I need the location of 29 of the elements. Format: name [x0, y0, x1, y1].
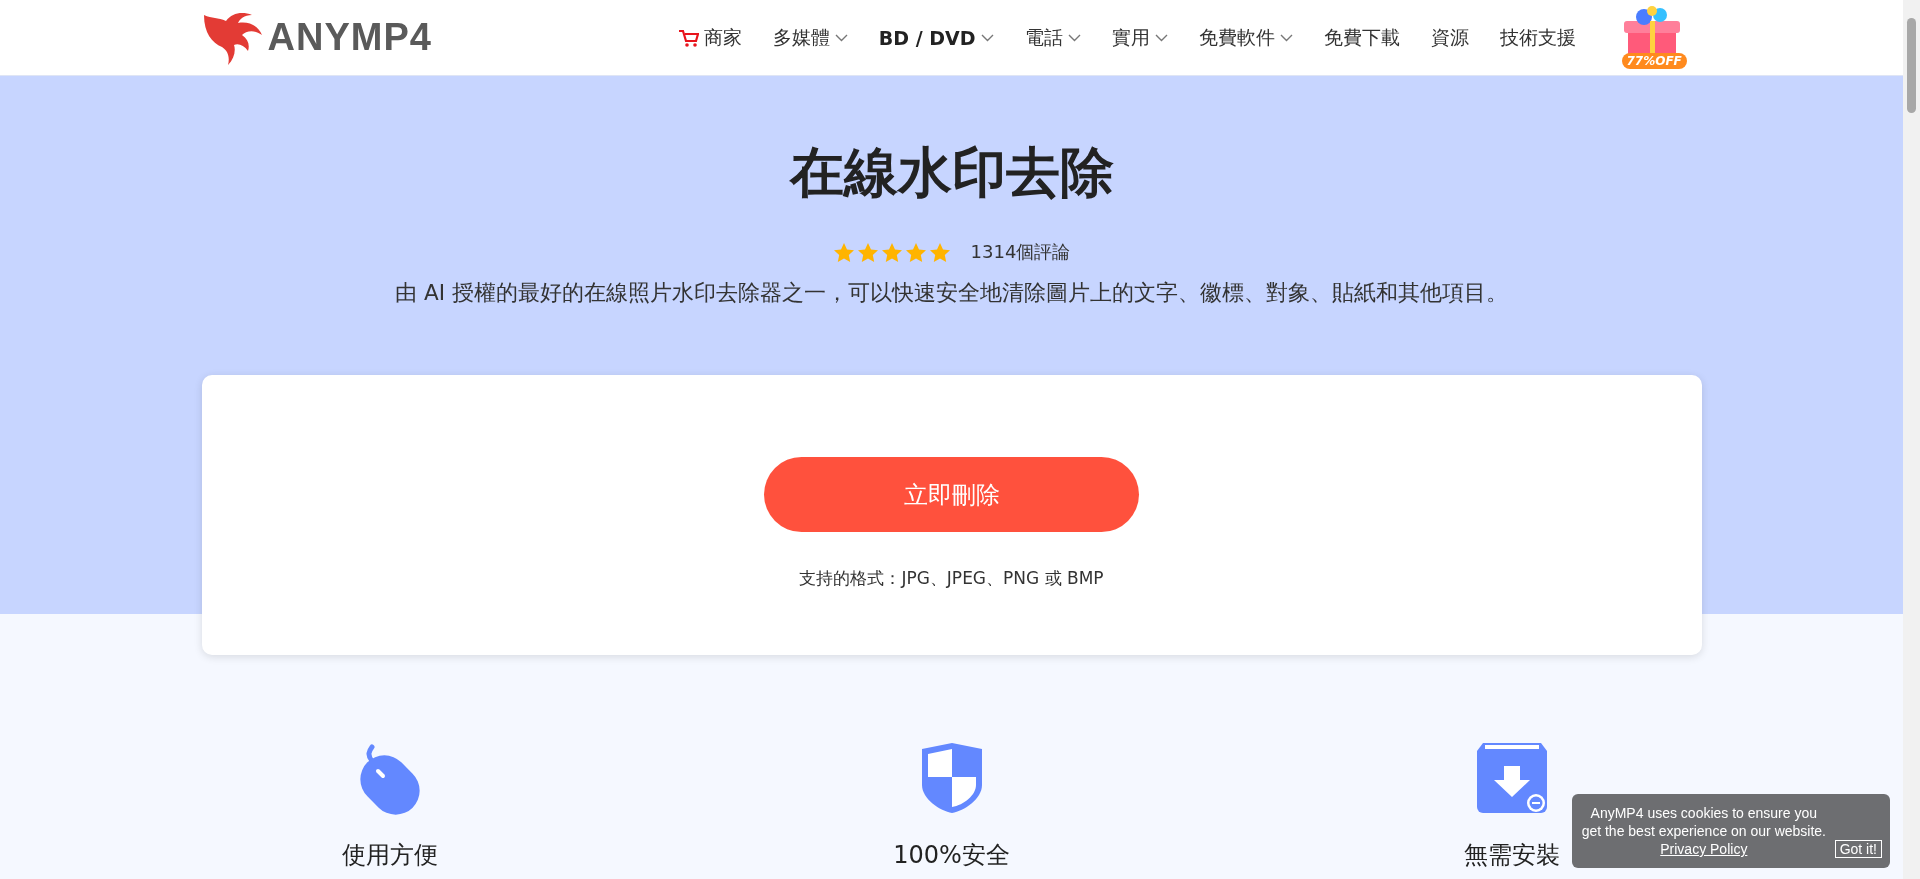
shield-icon	[919, 741, 984, 815]
star-icon	[880, 241, 903, 263]
review-count[interactable]: 1314個評論	[970, 240, 1071, 264]
nav-link[interactable]: 免費軟件	[1198, 24, 1293, 51]
nav-link[interactable]: 免費下載	[1323, 24, 1400, 51]
nav-link[interactable]: 電話	[1024, 24, 1081, 51]
logo-text[interactable]: ANYMP4	[267, 16, 432, 59]
download-box-icon	[1474, 741, 1549, 815]
feature-label: 使用方便	[341, 840, 438, 871]
feature-label: 100%安全	[893, 840, 1010, 871]
cart-icon	[678, 28, 699, 47]
supported-formats: 支持的格式：JPG、JPEG、PNG 或 BMP	[799, 567, 1104, 590]
nav-link[interactable]: BD / DVD	[878, 26, 994, 49]
scrollbar[interactable]	[1903, 0, 1920, 879]
star-icon	[928, 241, 951, 263]
nav-link[interactable]: 商家	[678, 24, 742, 51]
nav-link[interactable]: 技術支援	[1499, 24, 1576, 51]
star-icon	[832, 241, 855, 263]
star-icon	[856, 241, 879, 263]
tool-description: 由 AI 授權的最好的在線照片水印去除器之一，可以快速安全地清除圖片上的文字、徽標、對象、貼紙和其他項目。	[395, 280, 1508, 306]
nav-link[interactable]: 多媒體	[772, 24, 848, 51]
feature-label: 無需安裝	[1463, 840, 1560, 871]
privacy-policy-link[interactable]: Privacy Policy	[1660, 841, 1748, 857]
nav-link[interactable]: 資源	[1430, 24, 1469, 51]
page-title: 在線水印去除	[789, 140, 1114, 206]
cookie-message: AnyMP4 uses cookies to ensure you get the best experience on our website. Privacy Policy	[1580, 804, 1827, 858]
nav-link[interactable]: 實用	[1111, 24, 1168, 51]
got-it-button[interactable]: Got it!	[1834, 840, 1882, 858]
star-icon	[904, 241, 927, 263]
